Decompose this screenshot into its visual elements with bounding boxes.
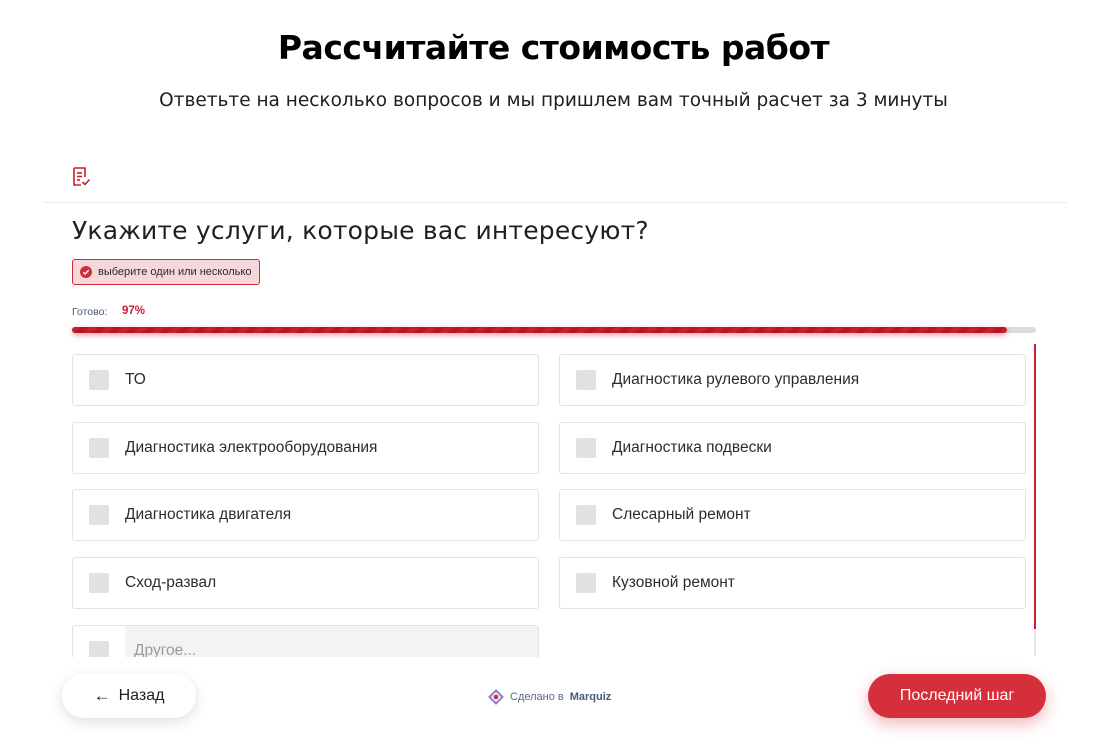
marquiz-logo-icon — [488, 689, 504, 705]
checkbox[interactable] — [89, 370, 109, 390]
option-to[interactable]: ТО — [72, 354, 539, 406]
hint-badge: выберите один или несколько — [72, 259, 261, 285]
option-label: Слесарный ремонт — [612, 506, 751, 523]
checklist-icon — [73, 167, 91, 186]
option-suspension-diagnostics[interactable]: Диагностика подвески — [559, 422, 1026, 474]
page-title: Рассчитайте стоимость работ — [277, 28, 830, 67]
scrollbar-thumb[interactable] — [1034, 344, 1036, 629]
option-body-repair[interactable]: Кузовной ремонт — [559, 557, 1026, 609]
next-button[interactable]: Последний шаг — [868, 674, 1046, 718]
option-steering-diagnostics[interactable]: Диагностика рулевого управления — [559, 354, 1026, 406]
made-in-marquiz[interactable]: Сделано в Marquiz — [488, 689, 611, 705]
back-button-label: Назад — [118, 687, 165, 704]
option-label: Диагностика подвески — [612, 439, 772, 456]
checkbox[interactable] — [576, 505, 596, 525]
hint-text: выберите один или несколько — [98, 266, 252, 278]
checkbox[interactable] — [89, 641, 109, 657]
option-electrical-diagnostics[interactable]: Диагностика электрооборудования — [72, 422, 539, 474]
progress-label: Готово: — [72, 306, 108, 318]
option-label: Диагностика электрооборудования — [125, 439, 378, 456]
checkbox[interactable] — [576, 370, 596, 390]
checkbox[interactable] — [576, 573, 596, 593]
checkbox[interactable] — [89, 573, 109, 593]
checkbox[interactable] — [89, 505, 109, 525]
other-input[interactable] — [125, 626, 538, 657]
header-divider — [43, 202, 1067, 203]
option-label: Диагностика рулевого управления — [612, 371, 860, 388]
option-mechanical-repair[interactable]: Слесарный ремонт — [559, 489, 1026, 541]
checkbox[interactable] — [89, 438, 109, 458]
question-title: Укажите услуги, которые вас интересуют? — [72, 216, 649, 245]
made-in-prefix: Сделано в — [510, 691, 564, 703]
made-in-brand: Marquiz — [569, 691, 612, 703]
back-button[interactable]: ← Назад — [62, 674, 196, 718]
progress-value: 97% — [122, 305, 146, 317]
progress-fill — [72, 327, 1008, 333]
checkbox[interactable] — [576, 438, 596, 458]
scrollbar[interactable] — [1034, 344, 1036, 656]
option-label: Диагностика двигателя — [125, 506, 292, 523]
check-circle-icon — [80, 266, 92, 278]
option-engine-diagnostics[interactable]: Диагностика двигателя — [72, 489, 539, 541]
options-list: ТО Диагностика рулевого управления Диагн… — [72, 354, 1037, 657]
option-label: ТО — [125, 371, 146, 388]
option-wheel-alignment[interactable]: Сход-развал — [72, 557, 539, 609]
page-subtitle: Ответьте на несколько вопросов и мы приш… — [159, 90, 948, 111]
option-other[interactable] — [72, 625, 539, 657]
option-label: Кузовной ремонт — [612, 574, 735, 591]
arrow-left-icon: ← — [93, 686, 111, 705]
progress-bar — [72, 327, 1036, 333]
option-label: Сход-развал — [125, 574, 217, 591]
